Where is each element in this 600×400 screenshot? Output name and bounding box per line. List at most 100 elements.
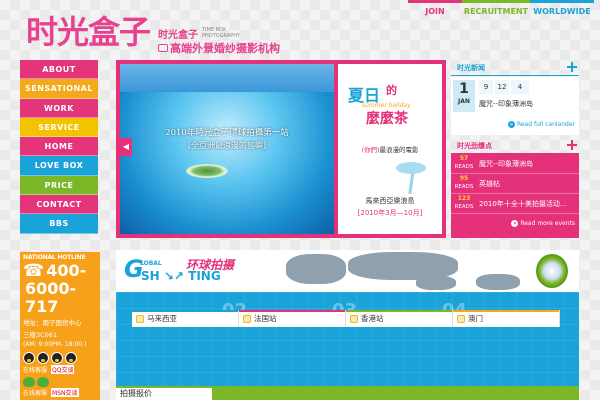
promo-desc-highlight: (你們): [361, 146, 380, 154]
news-title: 时光新闻: [457, 64, 485, 72]
day-month: JAN: [458, 98, 470, 105]
qq-service-row: 在线客服 QQ交谈: [23, 365, 97, 374]
tab-hongkong[interactable]: 香港站: [346, 310, 453, 327]
qq-chat-button[interactable]: QQ交谈: [51, 365, 75, 374]
news-event-link[interactable]: 魔咒--印象薄洲岛: [479, 99, 533, 109]
calendar-date[interactable]: 4: [511, 80, 529, 94]
msn-service-labels: 在线客服 MSN交谈: [23, 388, 97, 397]
calendar-day[interactable]: 1 JAN: [453, 80, 475, 112]
qq-icon[interactable]: [51, 352, 63, 364]
list-item[interactable]: 123 READS 2010年十全十美拍摄活动...: [451, 194, 579, 214]
nav-recruitment[interactable]: RECRUITMENT: [462, 0, 530, 22]
banner-photo: 2010年時光盒子環球拍攝第一站 [全亞洲最浪漫的島嶼]: [120, 64, 334, 234]
promo-desc: (你們)最浪漫的電影: [342, 144, 438, 154]
banner-promo: 夏日 的 summer holiday 麼麼茶 (你們)最浪漫的電影 馬來西亞樂…: [338, 64, 442, 234]
banner-sky: [120, 64, 334, 92]
more-events-link[interactable]: Read more events: [511, 220, 575, 227]
qq-icon[interactable]: [37, 352, 49, 364]
day-number: 1: [459, 81, 469, 97]
hotline-panel: NATIONAL HOTLINE ☎ 400- 6000-717 地址：南宁国贸…: [20, 252, 100, 400]
qq-avatars: [23, 352, 97, 364]
envelope-icon: [350, 314, 358, 323]
tagline-text: 高端外景婚纱摄影机构: [170, 42, 280, 55]
envelope-icon: [136, 314, 144, 323]
plus-icon[interactable]: [567, 62, 577, 72]
banner-title: 2010年時光盒子環球拍攝第一站: [165, 128, 289, 138]
destination-tabs: 马来西亚 法国站 香港站 澳门: [132, 310, 560, 327]
banner-prev-button[interactable]: ◀: [120, 138, 132, 156]
item-title: 英雄帖: [479, 180, 500, 188]
activity-list: 57 READS 魔咒--印象薄洲岛 95 READS 英雄帖 123 READ…: [451, 154, 579, 238]
qq-icon[interactable]: [23, 352, 35, 364]
nav-worldwide[interactable]: WORLDWIDE: [530, 0, 594, 22]
tab-macau[interactable]: 澳门: [453, 310, 560, 327]
news-calendar: 1 JAN 9 12 4 魔咒--印象薄洲岛 Read full canland…: [451, 77, 579, 135]
msn-service-row: [23, 377, 97, 387]
price-section-title[interactable]: 拍摄报价: [116, 386, 212, 400]
palm-tree-icon: [392, 160, 432, 194]
site-logo[interactable]: 时光盒子 时光盒子 TIME BOX PHOTOGRAPHY 高端外景婚纱摄影机…: [24, 10, 284, 56]
hotline-number-part1: 400-: [46, 261, 87, 280]
envelope-icon: [457, 314, 465, 323]
logo-tagline: 高端外景婚纱摄影机构: [158, 40, 280, 56]
promo-de: 的: [386, 84, 397, 97]
address-line2: 三楼3C061: [23, 331, 58, 339]
menu-item-service[interactable]: SERVICE: [20, 117, 98, 138]
tab-malaysia[interactable]: 马来西亚: [132, 310, 239, 327]
activity-title: 时光劲爆点: [457, 142, 492, 150]
banner-subtitle: [全亞洲最浪漫的島嶼]: [187, 141, 267, 150]
item-title: 2010年十全十美拍摄活动...: [479, 200, 567, 208]
menu-item-contact[interactable]: CONTACT: [20, 195, 98, 215]
global-shooting-section: G LOBAL SH ↘↗ TING 环球拍摄 02 03 04 马来西亚 法国…: [116, 250, 579, 400]
main-menu: ABOUT SENSATIONAL WORK SERVICE HOME LOVE…: [20, 60, 98, 234]
map-land: [476, 274, 520, 290]
full-calendar-link[interactable]: Read full canlander: [508, 121, 575, 128]
menu-item-about[interactable]: ABOUT: [20, 60, 98, 80]
promo-desc-text: 最浪漫的電影: [379, 146, 419, 154]
logo-small-text: 时光盒子: [158, 30, 198, 41]
activity-header: 时光劲爆点: [451, 138, 579, 154]
brand-cn: 环球拍摄: [186, 258, 235, 272]
menu-item-bbs[interactable]: BBS: [20, 214, 98, 234]
island-graphic: [186, 164, 228, 178]
msn-icon: [23, 377, 35, 387]
address-line1: 地址：南宁国贸中心: [23, 319, 82, 327]
item-title: 魔咒--印象薄洲岛: [479, 160, 534, 168]
calendar-date[interactable]: 12: [495, 80, 509, 94]
list-item[interactable]: 95 READS 英雄帖: [451, 174, 579, 194]
list-item[interactable]: 57 READS 魔咒--印象薄洲岛: [451, 154, 579, 174]
reads-label: READS: [454, 184, 474, 190]
hotline-phone: ☎ 400-: [23, 261, 97, 281]
top-nav: JOIN RECRUITMENT WORLDWIDE: [408, 0, 594, 22]
calendar-dates: 9 12 4: [479, 80, 529, 94]
read-count: 123: [457, 195, 471, 202]
menu-item-work[interactable]: WORK: [20, 98, 98, 118]
reads-label: READS: [454, 164, 474, 170]
brand-lobal: LOBAL: [140, 260, 162, 267]
envelope-icon: [243, 314, 251, 323]
menu-item-sensational[interactable]: SENSATIONAL: [20, 79, 98, 99]
msn-service-label: 在线客服: [23, 390, 48, 397]
msn-icon: [37, 377, 49, 387]
global-shooting-logo: G LOBAL SH ↘↗ TING 环球拍摄: [124, 256, 234, 283]
reads-label: READS: [454, 204, 474, 210]
plus-icon[interactable]: [567, 140, 577, 150]
tab-label: 马来西亚: [147, 314, 177, 323]
nav-join[interactable]: JOIN: [408, 0, 462, 22]
phone-icon: ☎: [23, 261, 45, 281]
promo-date: [2010年3月—10月]: [357, 209, 423, 217]
feature-banner[interactable]: 2010年時光盒子環球拍攝第一站 [全亞洲最浪漫的島嶼] ◀ 夏日 的 summ…: [116, 60, 446, 238]
tab-label: 法国站: [254, 314, 277, 323]
online-service-label: 在线客服: [23, 367, 48, 374]
logo-text: 时光盒子: [26, 13, 151, 51]
qq-icon[interactable]: [65, 352, 77, 364]
menu-item-price[interactable]: PRICE: [20, 175, 98, 196]
menu-item-love-box[interactable]: LOVE BOX: [20, 156, 98, 176]
news-header: 时光新闻: [451, 60, 579, 76]
menu-item-home[interactable]: HOME: [20, 137, 98, 157]
msn-chat-button[interactable]: MSN交谈: [51, 388, 79, 397]
calendar-date[interactable]: 9: [479, 80, 493, 94]
tab-france[interactable]: 法国站: [239, 310, 346, 327]
promo-trip: 馬來西亞樂浪島: [365, 197, 415, 205]
compass-icon: [536, 254, 568, 288]
